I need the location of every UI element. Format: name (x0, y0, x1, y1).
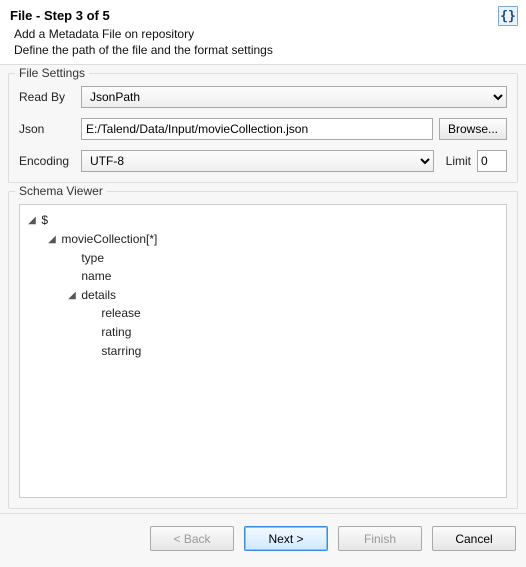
limit-label: Limit (446, 154, 471, 168)
limit-input[interactable] (477, 150, 507, 172)
tree-node-name[interactable]: name (66, 267, 502, 286)
encoding-row: Encoding UTF-8 Limit (19, 150, 507, 172)
tree-label: $ (41, 213, 48, 227)
tree-label: details (81, 288, 116, 302)
browse-button[interactable]: Browse... (439, 118, 507, 140)
wizard-footer: < Back Next > Finish Cancel (0, 513, 526, 567)
schema-viewer-group: Schema Viewer ◢ $ ◢ movieCollection[*] (8, 191, 518, 509)
page-subtitle: Add a Metadata File on repository Define… (14, 26, 516, 58)
next-button[interactable]: Next > (244, 526, 328, 551)
encoding-select[interactable]: UTF-8 (81, 150, 434, 172)
read-by-label: Read By (19, 90, 75, 104)
encoding-label: Encoding (19, 154, 75, 168)
tree-node-root[interactable]: ◢ $ ◢ movieCollection[*] type (26, 211, 502, 360)
subtitle-line-1: Add a Metadata File on repository (14, 27, 194, 41)
tree-label: release (101, 306, 140, 320)
back-button[interactable]: < Back (150, 526, 234, 551)
content-area: File Settings Read By JsonPath Json Brow… (0, 65, 526, 513)
subtitle-line-2: Define the path of the file and the form… (14, 43, 273, 57)
tree-node-collection[interactable]: ◢ movieCollection[*] type name (46, 230, 502, 360)
json-label: Json (19, 122, 75, 136)
tree-node-details[interactable]: ◢ details release (66, 286, 502, 360)
expand-icon[interactable]: ◢ (66, 288, 78, 304)
expand-icon[interactable]: ◢ (46, 232, 58, 248)
cancel-button[interactable]: Cancel (432, 526, 516, 551)
tree-node-rating[interactable]: rating (86, 323, 502, 342)
tree-label: starring (101, 344, 141, 358)
tree-node-type[interactable]: type (66, 249, 502, 268)
schema-tree[interactable]: ◢ $ ◢ movieCollection[*] type (19, 204, 507, 498)
read-by-select[interactable]: JsonPath (81, 86, 507, 108)
schema-viewer-title: Schema Viewer (15, 184, 107, 198)
json-row: Json Browse... (19, 118, 507, 140)
tree-node-release[interactable]: release (86, 304, 502, 323)
finish-button[interactable]: Finish (338, 526, 422, 551)
read-by-row: Read By JsonPath (19, 86, 507, 108)
expand-icon[interactable]: ◢ (26, 213, 38, 229)
tree-label: name (81, 269, 111, 283)
file-settings-title: File Settings (15, 66, 89, 80)
tree-label: type (81, 251, 104, 265)
json-path-input[interactable] (81, 118, 433, 140)
wizard-header: File - Step 3 of 5 Add a Metadata File o… (0, 0, 526, 65)
tree-label: rating (101, 325, 131, 339)
json-icon: {} (498, 6, 518, 26)
page-title: File - Step 3 of 5 (10, 8, 516, 23)
file-settings-group: File Settings Read By JsonPath Json Brow… (8, 73, 518, 183)
tree-node-starring[interactable]: starring (86, 342, 502, 361)
tree-label: movieCollection[*] (61, 232, 157, 246)
